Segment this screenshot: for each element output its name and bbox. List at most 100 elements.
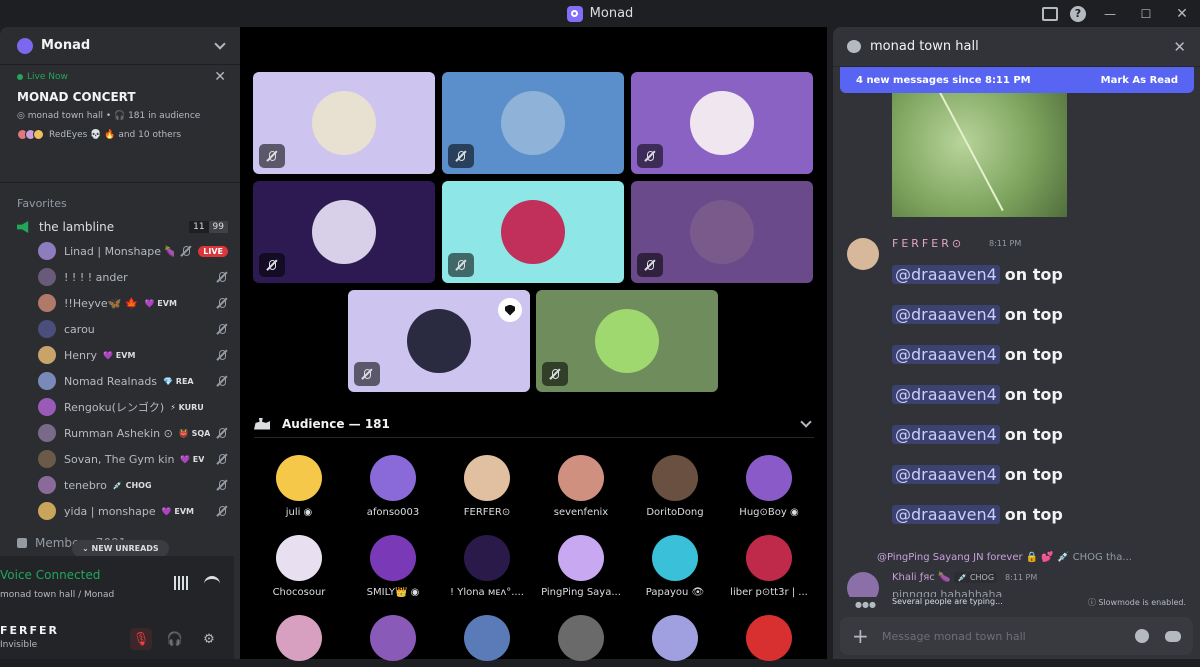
user-name[interactable]: FERFER xyxy=(0,624,59,637)
speaker-tile[interactable] xyxy=(631,181,813,283)
voice-member[interactable]: !!Heyve🦋 🍁 💜 EVM xyxy=(38,290,240,316)
audience-member[interactable]: DoritoDong xyxy=(628,455,722,518)
mic-muted-icon xyxy=(216,375,228,387)
minimize-button[interactable]: — xyxy=(1092,0,1128,27)
speaker-tile[interactable] xyxy=(631,72,813,174)
user-status: Invisible xyxy=(0,640,38,650)
speaker-tile[interactable] xyxy=(442,72,624,174)
live-event-card[interactable]: Live Now ✕ MONAD CONCERT ◎ monad town ha… xyxy=(0,65,240,183)
mark-as-read-button[interactable]: Mark As Read xyxy=(1101,75,1178,86)
voice-location[interactable]: monad town hall / Monad xyxy=(0,590,114,600)
favorites-category[interactable]: Favorites xyxy=(0,183,240,210)
audience-member[interactable]: Hug⊙Boy ◉ xyxy=(722,455,816,518)
avatar xyxy=(501,200,565,264)
image-attachment[interactable] xyxy=(892,93,1067,217)
member-name: Nomad Realnads xyxy=(64,374,158,388)
audience-member[interactable] xyxy=(628,615,722,667)
audience-member[interactable] xyxy=(534,615,628,667)
audience-member[interactable]: sevenfenix xyxy=(534,455,628,518)
close-icon[interactable]: ✕ xyxy=(1173,38,1186,56)
help-icon[interactable]: ? xyxy=(1064,0,1092,27)
member-tag: 💎 REA xyxy=(163,376,194,386)
inbox-icon[interactable] xyxy=(1036,0,1064,27)
audience-member[interactable] xyxy=(346,615,440,667)
message-author[interactable]: FERFER⊙ xyxy=(892,237,964,250)
voice-member[interactable]: tenebro 💉 CHOG xyxy=(38,472,240,498)
speaker-tile[interactable] xyxy=(536,290,718,392)
voice-member[interactable]: ! ! ! ! ander xyxy=(38,264,240,290)
speaker-tile[interactable] xyxy=(253,181,435,283)
voice-member[interactable]: Nomad Realnads 💎 REA xyxy=(38,368,240,394)
user-mention[interactable]: @draaaven4 xyxy=(892,304,1000,324)
member-name: Henry xyxy=(64,348,98,362)
user-mention[interactable]: @draaaven4 xyxy=(892,504,1000,524)
user-mention[interactable]: @draaaven4 xyxy=(892,384,1000,404)
mic-off-icon[interactable]: 🎙 xyxy=(130,628,152,650)
user-mention[interactable]: @draaaven4 xyxy=(892,264,1000,284)
message-line: @draaaven4 on top xyxy=(892,302,1063,326)
audience-member[interactable]: juli ◉ xyxy=(252,455,346,518)
new-messages-bar[interactable]: 4 new messages since 8:11 PM Mark As Rea… xyxy=(840,67,1194,93)
voice-member[interactable]: carou xyxy=(38,316,240,342)
voice-member[interactable]: Rumman Ashekin ⊙ 👹 SQA xyxy=(38,420,240,446)
avatar[interactable] xyxy=(847,238,879,270)
audience-member[interactable] xyxy=(722,615,816,667)
avatar xyxy=(464,535,510,581)
speaker-tile[interactable] xyxy=(442,181,624,283)
monad-logo-icon xyxy=(566,5,583,22)
voice-member[interactable]: Sovan, The Gym king! 💜 EV xyxy=(38,446,240,472)
audience-label: Audience — 181 xyxy=(282,416,390,431)
member-tag: 💜 EVM xyxy=(161,506,194,516)
headphones-icon[interactable]: 🎧 xyxy=(164,628,186,650)
speaker-tile[interactable] xyxy=(253,72,435,174)
audience-header[interactable]: Audience — 181 xyxy=(254,410,814,438)
server-header[interactable]: Monad xyxy=(0,27,240,65)
mic-muted-icon xyxy=(637,144,663,168)
soundboard-icon[interactable] xyxy=(174,576,190,590)
audience-member[interactable]: SMILY👑 ◉ xyxy=(346,535,440,598)
audience-member[interactable]: Papayou 👁 xyxy=(628,535,722,598)
voice-connected-status[interactable]: Voice Connected xyxy=(0,568,100,582)
audience-member[interactable]: liber p⊙tt3r | ... xyxy=(722,535,816,598)
chevron-down-icon[interactable] xyxy=(800,415,812,428)
user-mention[interactable]: @draaaven4 xyxy=(892,464,1000,484)
close-window-button[interactable]: ✕ xyxy=(1164,0,1200,27)
chevron-down-icon[interactable] xyxy=(214,37,226,50)
audience-member[interactable] xyxy=(252,615,346,667)
user-mention[interactable]: @draaaven4 xyxy=(892,424,1000,444)
message-composer[interactable]: + Message monad town hall xyxy=(840,617,1193,655)
emoji-icon[interactable] xyxy=(1135,629,1149,643)
disconnect-icon[interactable] xyxy=(204,576,220,590)
user-mention[interactable]: @draaaven4 xyxy=(892,344,1000,364)
mic-muted-icon xyxy=(354,362,380,386)
message-input[interactable]: Message monad town hall xyxy=(882,630,1119,643)
voice-channel-the-lambline[interactable]: the lambline 11 99 xyxy=(0,210,240,236)
audience-member[interactable] xyxy=(440,615,534,667)
moderator-shield-icon xyxy=(498,298,522,322)
avatar xyxy=(38,320,56,338)
speaker-tile[interactable] xyxy=(348,290,530,392)
voice-member[interactable]: Linad | Monshape 🍆 LIVE xyxy=(38,238,240,264)
avatar xyxy=(746,615,792,661)
maximize-button[interactable]: ☐ xyxy=(1128,0,1164,27)
audience-member[interactable]: PingPing Saya... xyxy=(534,535,628,598)
audience-member[interactable]: FERFER⊙ xyxy=(440,455,534,518)
gear-icon[interactable]: ⚙ xyxy=(198,628,220,650)
message-author[interactable]: Khali ƒяс 🍆 💉 CHOG 8:11 PM xyxy=(892,572,1037,583)
audience-member[interactable]: afonso003 xyxy=(346,455,440,518)
audience-member[interactable]: ! Ylona ᴍᴇᴧ°.... xyxy=(440,535,534,598)
avatar xyxy=(38,268,56,286)
gamepad-icon[interactable] xyxy=(1165,630,1181,642)
audience-member[interactable]: Chocosour xyxy=(252,535,346,598)
avatar xyxy=(558,615,604,661)
add-attachment-icon[interactable]: + xyxy=(852,624,869,648)
new-unreads-pill[interactable]: ⌄ NEW UNREADS xyxy=(72,540,169,557)
message-line: @draaaven4 on top xyxy=(892,502,1063,526)
close-icon[interactable]: ✕ xyxy=(214,69,226,85)
avatar xyxy=(276,615,322,661)
voice-member[interactable]: yida | monshape 💜 EVM xyxy=(38,498,240,524)
voice-member[interactable]: Henry 💜 EVM xyxy=(38,342,240,368)
voice-member[interactable]: Rengoku(レンゴク) ⚡ KURU xyxy=(38,394,240,420)
member-tag: 💜 EVM xyxy=(103,350,136,360)
reply-reference[interactable]: @PingPing Sayang JN forever 🔒 💕 💉 CHOG t… xyxy=(877,552,1132,563)
